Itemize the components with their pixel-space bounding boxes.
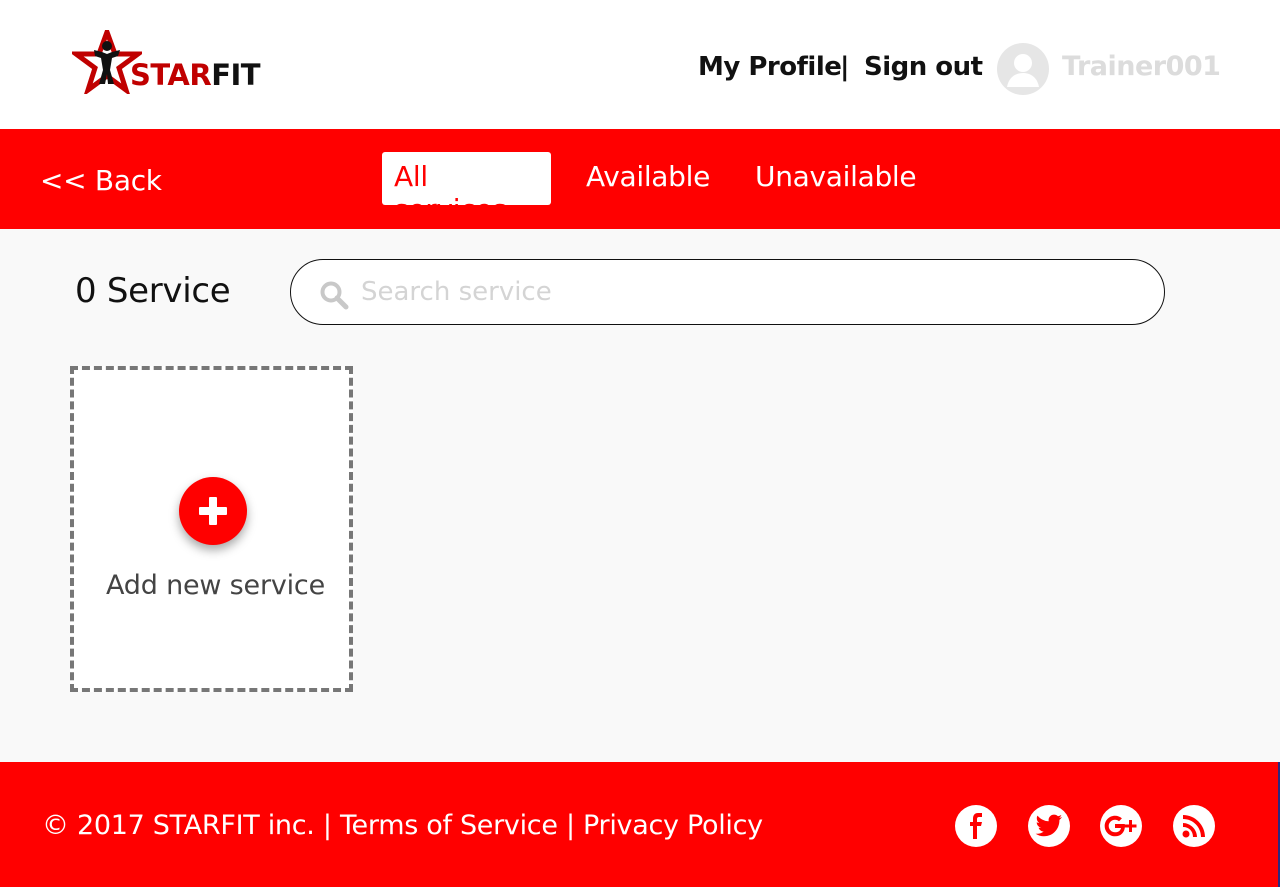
main-content: 0 Service Add new service [0, 229, 1280, 762]
service-count: 0 Service [75, 271, 231, 311]
facebook-icon[interactable] [955, 805, 997, 847]
tab-available[interactable]: Available [574, 152, 722, 205]
starfit-logo[interactable]: STARFIT [72, 30, 272, 94]
google-plus-icon[interactable] [1100, 805, 1142, 847]
logo-text-star: STAR [130, 58, 212, 92]
tab-all-services[interactable]: All services [382, 152, 551, 226]
header: STARFIT My Profile | Sign out Trainer001 [0, 0, 1280, 129]
rss-icon[interactable] [1173, 805, 1215, 847]
terms-of-service-link[interactable]: Terms of Service [340, 810, 558, 841]
add-service-label: Add new service [106, 570, 325, 601]
plus-icon [199, 497, 227, 525]
nav-bar: << Back All services Available Unavailab… [0, 129, 1280, 229]
footer-separator: | [565, 810, 575, 841]
logo-text-fit: FIT [211, 58, 261, 92]
footer: © 2017 STARFIT inc. | Terms of Service |… [0, 762, 1280, 887]
privacy-policy-link[interactable]: Privacy Policy [583, 810, 763, 841]
footer-separator: | [322, 810, 332, 841]
user-icon [1007, 54, 1039, 87]
footer-links: © 2017 STARFIT inc. | Terms of Service |… [42, 810, 763, 841]
header-separator: | [840, 52, 850, 82]
add-service-card[interactable]: Add new service [70, 366, 353, 692]
my-profile-link[interactable]: My Profile [698, 52, 842, 82]
search-icon [320, 281, 349, 310]
add-service-button[interactable] [179, 477, 247, 545]
username: Trainer001 [1062, 51, 1221, 82]
copyright-text: © 2017 STARFIT inc. [42, 810, 315, 841]
logo-text: STARFIT [130, 58, 261, 92]
sign-out-link[interactable]: Sign out [864, 52, 983, 82]
avatar[interactable] [997, 43, 1049, 95]
search-box[interactable] [290, 259, 1165, 325]
search-input[interactable] [361, 272, 1121, 312]
back-link[interactable]: << Back [40, 164, 162, 197]
twitter-icon[interactable] [1028, 805, 1070, 847]
tab-unavailable[interactable]: Unavailable [743, 152, 928, 205]
